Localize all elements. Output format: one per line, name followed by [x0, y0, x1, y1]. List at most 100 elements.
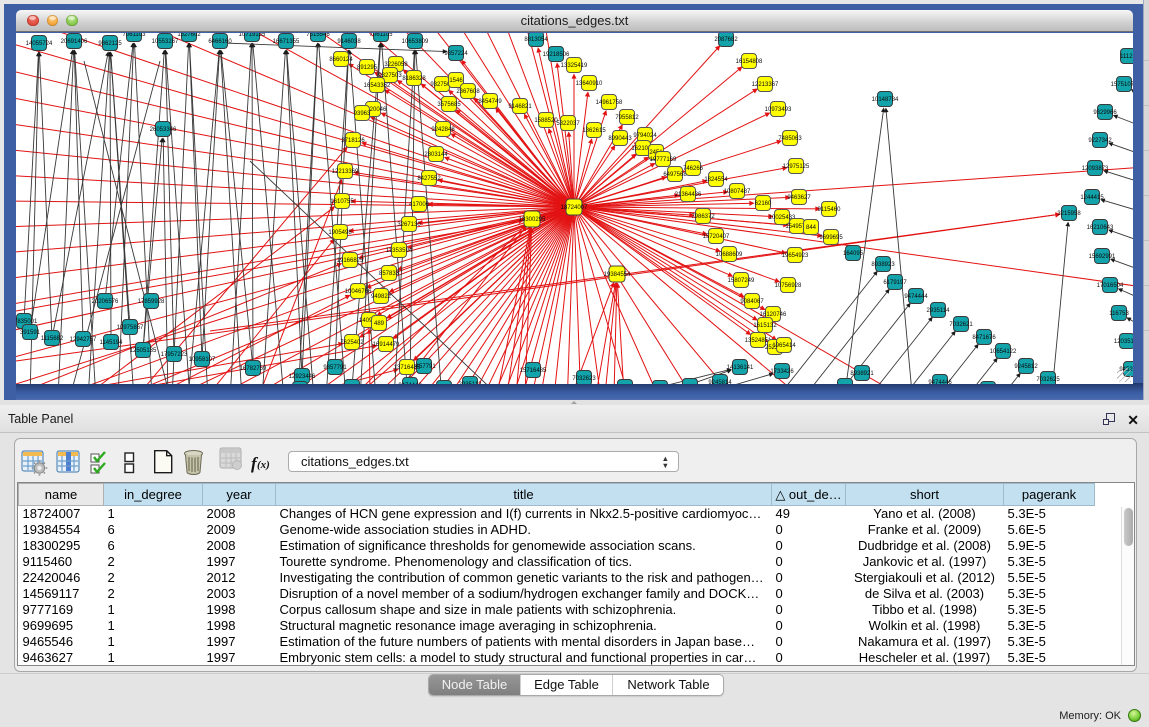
- svg-text:949822: 949822: [371, 294, 392, 300]
- svg-text:3215958: 3215958: [1057, 211, 1081, 217]
- svg-text:6466160: 6466160: [208, 39, 232, 45]
- svg-text:12975125: 12975125: [783, 164, 810, 170]
- svg-text:16543362: 16543362: [364, 83, 391, 89]
- svg-text:11353594: 11353594: [386, 248, 413, 254]
- svg-text:12505135: 12505135: [130, 348, 157, 354]
- svg-text:9245814: 9245814: [708, 380, 732, 384]
- svg-text:8660124: 8660124: [329, 57, 353, 63]
- svg-text:10958107: 10958107: [189, 357, 216, 363]
- svg-text:9227342: 9227342: [1088, 138, 1112, 144]
- svg-text:9242848: 9242848: [431, 127, 455, 133]
- svg-text:9474446: 9474446: [928, 380, 952, 384]
- svg-text:9115460: 9115460: [818, 207, 842, 213]
- svg-text:7485063: 7485063: [778, 136, 802, 142]
- svg-text:12923446: 12923446: [289, 374, 316, 380]
- svg-text:9329966: 9329966: [1093, 110, 1117, 116]
- svg-text:9463627: 9463627: [787, 195, 811, 201]
- svg-text:1824554: 1824554: [704, 177, 728, 183]
- svg-text:1362615: 1362615: [582, 128, 606, 134]
- svg-text:15807249: 15807249: [728, 278, 755, 284]
- svg-text:10973493: 10973493: [765, 107, 792, 113]
- svg-text:9245812: 9245812: [1014, 364, 1038, 370]
- svg-text:15720407: 15720407: [703, 234, 730, 240]
- svg-text:16671355: 16671355: [273, 39, 300, 45]
- svg-text:15692991: 15692991: [1089, 254, 1116, 260]
- svg-text:14055724: 14055724: [26, 41, 53, 47]
- svg-text:16154808: 16154808: [736, 59, 763, 65]
- svg-text:2935112: 2935112: [459, 382, 483, 384]
- svg-text:13716485: 13716485: [394, 365, 421, 371]
- svg-text:19384554: 19384554: [604, 272, 631, 278]
- svg-text:1610755: 1610755: [330, 199, 354, 205]
- svg-text:14136141: 14136141: [727, 365, 754, 371]
- svg-text:7061103: 7061103: [123, 33, 147, 38]
- svg-text:6497568: 6497568: [663, 172, 687, 178]
- svg-text:20691406: 20691406: [61, 39, 88, 45]
- svg-text:1965414: 1965414: [772, 343, 796, 349]
- svg-text:12213369: 12213369: [332, 169, 359, 175]
- svg-text:16782759: 16782759: [240, 366, 267, 372]
- svg-text:6179197: 6179197: [883, 280, 907, 286]
- svg-text:1115682: 1115682: [41, 336, 64, 342]
- svg-text:7032621: 7032621: [949, 322, 973, 328]
- svg-text:9857791: 9857791: [323, 365, 347, 371]
- svg-text:2803144: 2803144: [424, 152, 448, 158]
- svg-text:10553267: 10553267: [152, 39, 179, 45]
- svg-text:2367608: 2367608: [456, 89, 480, 95]
- svg-text:10719155: 10719155: [239, 33, 266, 38]
- svg-text:9146038: 9146038: [337, 39, 361, 45]
- svg-text:19166825: 19166825: [337, 258, 364, 264]
- svg-text:9699695: 9699695: [819, 235, 843, 241]
- svg-text:8186328: 8186328: [402, 76, 426, 82]
- svg-text:16210643: 16210643: [1087, 225, 1114, 231]
- svg-text:8427552: 8427552: [417, 176, 441, 182]
- svg-text:7061105: 7061105: [370, 33, 394, 38]
- svg-text:8471676: 8471676: [972, 335, 996, 341]
- svg-text:7625402: 7625402: [340, 340, 364, 346]
- svg-text:19777169: 19777169: [650, 157, 677, 163]
- svg-text:1527602: 1527602: [177, 33, 201, 38]
- svg-text:7515546: 7515546: [306, 33, 330, 38]
- svg-text:18300295: 18300295: [519, 217, 546, 223]
- svg-text:1733426: 1733426: [770, 369, 794, 375]
- svg-text:857833: 857833: [379, 271, 400, 277]
- svg-text:7955812: 7955812: [615, 115, 639, 121]
- svg-text:13640910: 13640910: [576, 81, 603, 87]
- svg-text:26053346: 26053346: [150, 127, 177, 133]
- svg-text:7032623: 7032623: [572, 376, 596, 382]
- svg-text:489: 489: [374, 321, 385, 327]
- svg-text:2718126: 2718126: [341, 138, 365, 144]
- svg-text:9474444: 9474444: [904, 294, 928, 300]
- svg-text:(x): (x): [257, 459, 270, 471]
- svg-text:10046766: 10046766: [345, 289, 372, 295]
- svg-text:12035118: 12035118: [1114, 339, 1133, 345]
- svg-text:14961758: 14961758: [596, 100, 623, 106]
- svg-text:12093873: 12093873: [1082, 166, 1109, 172]
- svg-text:19218506: 19218506: [543, 52, 570, 58]
- svg-text:746266: 746266: [683, 166, 704, 172]
- svg-text:116753: 116753: [1109, 311, 1129, 317]
- svg-text:3575685: 3575685: [437, 102, 461, 108]
- svg-text:8938923: 8938923: [871, 262, 895, 268]
- svg-text:62160: 62160: [755, 201, 772, 207]
- svg-text:19654923: 19654923: [782, 253, 809, 259]
- svg-text:10688609: 10688609: [716, 252, 743, 258]
- svg-text:844: 844: [806, 225, 817, 231]
- svg-text:21364436: 21364436: [675, 192, 702, 198]
- svg-text:1615132: 1615132: [753, 323, 777, 329]
- svg-text:2935114: 2935114: [927, 308, 951, 314]
- svg-text:10148784: 10148784: [872, 97, 899, 103]
- svg-text:17957223: 17957223: [161, 352, 188, 358]
- svg-text:1244415: 1244415: [1080, 195, 1104, 201]
- svg-text:10756928: 10756928: [775, 283, 802, 289]
- svg-text:891295: 891295: [357, 65, 378, 71]
- svg-text:12942757: 12942757: [70, 337, 97, 343]
- svg-text:10653809: 10653809: [402, 39, 429, 45]
- svg-text:15751074: 15751074: [1111, 82, 1133, 88]
- svg-text:20206576: 20206576: [92, 299, 119, 305]
- svg-text:10807487: 10807487: [724, 189, 751, 195]
- svg-text:7032625: 7032625: [1036, 377, 1060, 383]
- svg-text:10975867: 10975867: [117, 325, 144, 331]
- svg-text:9862125: 9862125: [98, 41, 122, 47]
- svg-text:5322037: 5322037: [556, 121, 580, 127]
